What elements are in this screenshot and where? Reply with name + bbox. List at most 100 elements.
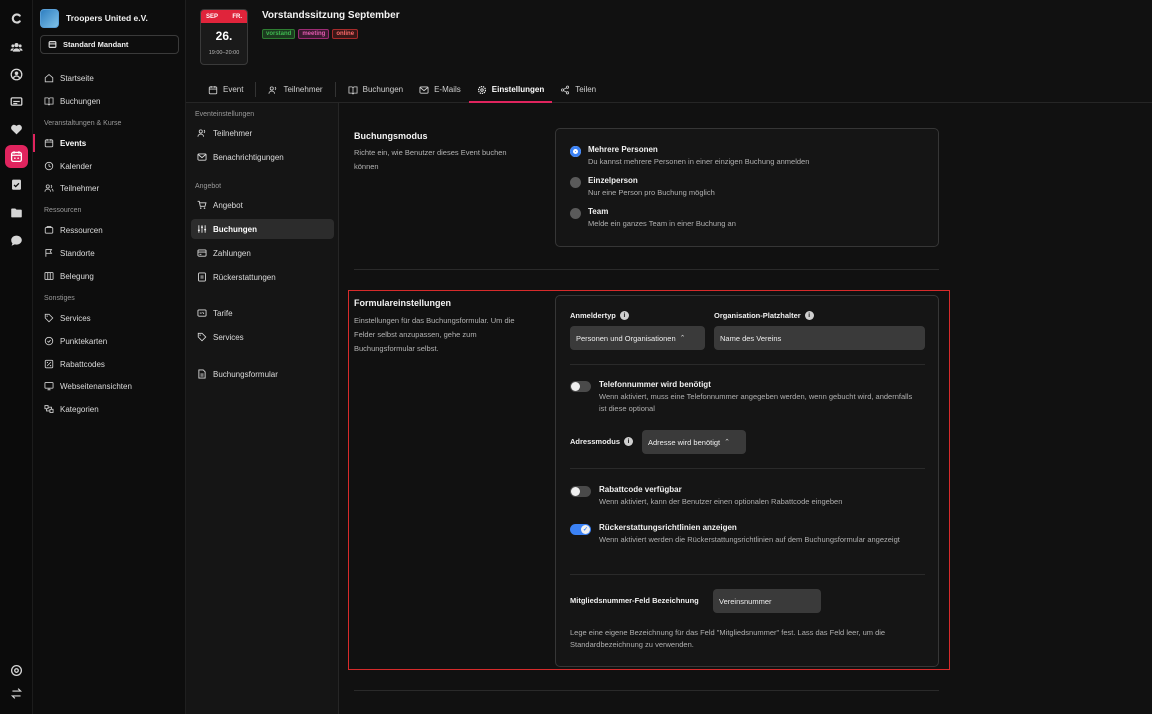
tab-teilen[interactable]: Teilen: [552, 76, 604, 103]
org-switcher[interactable]: Troopers United e.V.: [40, 8, 180, 28]
cart-icon: [197, 200, 207, 209]
nav-item-kategorien[interactable]: Kategorien: [44, 401, 184, 417]
calendar-icon: [44, 138, 54, 148]
nav-item-punktekarten[interactable]: Punktekarten: [44, 333, 184, 349]
mitglied-input[interactable]: Vereinsnummer: [713, 589, 821, 613]
buchungsmodus-description: Richte ein, wie Benutzer dieses Event bu…: [354, 148, 507, 171]
nav-section-veranstaltungen: Veranstaltungen & Kurse: [44, 120, 122, 127]
form-icon: [198, 369, 206, 379]
nav-item-startseite[interactable]: Startseite: [44, 70, 184, 86]
clipboard-check-icon[interactable]: [8, 176, 24, 192]
main-sidebar: Troopers United e.V. Standard Mandant St…: [33, 0, 186, 714]
nav-item-events[interactable]: Events: [44, 135, 184, 151]
select-value: Adresse wird benötigt: [648, 437, 721, 447]
card-divider: [570, 574, 925, 575]
mitglied-label: Mitgliedsnummer-Feld Bezeichnung: [570, 596, 699, 605]
radio-button[interactable]: [570, 208, 581, 219]
input-value: Name des Vereins: [720, 333, 782, 343]
buchungsmodus-card: Mehrere Personen Du kannst mehrere Perso…: [555, 128, 939, 247]
subnav-item-services[interactable]: Services: [191, 327, 334, 347]
subnav-item-tarife[interactable]: Tarife: [191, 303, 334, 323]
nav-item-standorte[interactable]: Standorte: [44, 245, 184, 261]
radio-button-selected[interactable]: [570, 146, 581, 157]
settings-content: Buchungsmodus Richte ein, wie Benutzer d…: [339, 103, 1152, 714]
org-logo: [40, 8, 59, 28]
subnav-item-buchungen[interactable]: Buchungen: [191, 219, 334, 239]
folder-icon[interactable]: [8, 204, 24, 220]
nav-item-buchungen[interactable]: Buchungen: [44, 93, 184, 109]
toggle-knob: [571, 487, 580, 496]
telefon-toggle[interactable]: [570, 381, 591, 392]
nav-item-rabattcodes[interactable]: Rabattcodes: [44, 356, 184, 372]
account-icon[interactable]: [8, 66, 24, 82]
tab-buchungen[interactable]: Buchungen: [340, 76, 411, 103]
icon-rail: [0, 0, 33, 714]
settings-subnav: Eventeinstellungen Teilnehmer Benachrich…: [186, 103, 339, 714]
nav-label: Belegung: [60, 271, 94, 281]
org-name: Troopers United e.V.: [66, 13, 148, 23]
app-logo-icon[interactable]: [8, 10, 24, 26]
rueckerstattung-toggle[interactable]: ✓: [570, 524, 591, 535]
rabatt-toggle[interactable]: [570, 486, 591, 497]
nav-item-services[interactable]: Services: [44, 310, 184, 326]
subnav-label: Tarife: [213, 308, 233, 318]
nav-label: Startseite: [60, 73, 94, 83]
telefon-setting: Telefonnummer wird benötigt Wenn aktivie…: [599, 380, 919, 415]
section-divider: [354, 690, 939, 691]
radio-button[interactable]: [570, 177, 581, 188]
radio-option-einzelperson[interactable]: Einzelperson Nur eine Person pro Buchung…: [570, 176, 715, 197]
nav-label: Punktekarten: [60, 336, 108, 346]
event-tabs: Event Teilnehmer Buchungen E-Mails Einst…: [200, 76, 604, 103]
tab-teilnehmer[interactable]: Teilnehmer: [260, 76, 330, 103]
clock-icon: [44, 161, 54, 171]
subnav-section-event: Eventeinstellungen: [195, 111, 255, 118]
info-icon[interactable]: i: [804, 311, 814, 320]
switch-icon[interactable]: [8, 685, 24, 701]
tag-icon: [44, 313, 54, 323]
toggle-label: Rabattcode verfügbar: [599, 485, 682, 494]
radio-option-mehrere-personen[interactable]: Mehrere Personen Du kannst mehrere Perso…: [570, 145, 809, 166]
chat-icon[interactable]: [8, 232, 24, 248]
subnav-label: Teilnehmer: [213, 128, 253, 138]
tab-emails[interactable]: E-Mails: [411, 76, 469, 103]
card-divider: [570, 364, 925, 365]
subnav-label: Benachrichtigungen: [213, 152, 284, 162]
tag-badge: online: [332, 29, 359, 39]
mandant-selector[interactable]: Standard Mandant: [40, 35, 179, 54]
nav-label: Kategorien: [60, 404, 99, 414]
subnav-item-rueckerstattungen[interactable]: Rückerstattungen: [191, 267, 334, 287]
subnav-item-angebot[interactable]: Angebot: [191, 195, 334, 215]
nav-label: Rabattcodes: [60, 359, 105, 369]
subnav-item-benachrichtigungen[interactable]: Benachrichtigungen: [191, 147, 334, 167]
adressmodus-select[interactable]: Adresse wird benötigt ⌃: [642, 430, 746, 454]
toggle-knob: [571, 382, 580, 391]
columns-icon: [44, 272, 54, 280]
radio-option-team[interactable]: Team Melde ein ganzes Team in einer Buch…: [570, 207, 736, 228]
info-icon[interactable]: i: [624, 437, 634, 446]
platzhalter-input[interactable]: Name des Vereins: [714, 326, 925, 350]
category-icon: [44, 405, 54, 413]
anmeldertyp-select[interactable]: Personen und Organisationen ⌃: [570, 326, 705, 350]
tab-event[interactable]: Event: [200, 76, 251, 103]
nav-item-teilnehmer[interactable]: Teilnehmer: [44, 180, 184, 196]
tab-label: Event: [223, 85, 244, 94]
subnav-item-buchungsformular[interactable]: Buchungsformular: [191, 364, 334, 384]
subnav-label: Zahlungen: [213, 248, 251, 258]
subnav-section-angebot: Angebot: [195, 183, 222, 190]
heart-icon[interactable]: [8, 121, 24, 137]
nav-item-ressourcen[interactable]: Ressourcen: [44, 222, 184, 238]
members-icon[interactable]: [8, 39, 24, 55]
subnav-item-teilnehmer[interactable]: Teilnehmer: [191, 123, 334, 143]
nav-label: Standorte: [60, 248, 95, 258]
tab-einstellungen[interactable]: Einstellungen: [468, 76, 553, 103]
nav-item-webseitenansichten[interactable]: Webseitenansichten: [44, 378, 184, 394]
help-circle-icon[interactable]: [8, 662, 24, 678]
info-icon[interactable]: i: [619, 311, 629, 320]
book-icon: [348, 85, 358, 95]
select-value: Personen und Organisationen: [576, 333, 676, 343]
nav-item-kalender[interactable]: Kalender: [44, 158, 184, 174]
ticket-icon[interactable]: [8, 93, 24, 109]
nav-item-belegung[interactable]: Belegung: [44, 268, 184, 284]
calendar-icon[interactable]: [5, 145, 28, 168]
subnav-item-zahlungen[interactable]: Zahlungen: [191, 243, 334, 263]
